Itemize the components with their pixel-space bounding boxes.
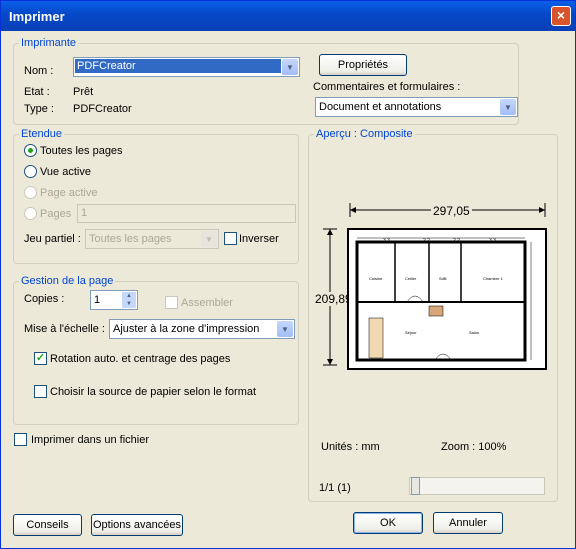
plan-dim-2: 2.2 bbox=[423, 238, 430, 244]
paper-source-checkbox[interactable] bbox=[34, 385, 47, 398]
preview-page: 3.3 2.2 2.2 3.3 Cuisine Cellier SdB Cham… bbox=[347, 228, 547, 370]
plan-room-6: Salon bbox=[469, 330, 480, 335]
comments-label: Commentaires et formulaires : bbox=[313, 81, 461, 93]
plan-dim-3: 2.2 bbox=[453, 238, 460, 244]
advanced-options-button[interactable]: Options avancées bbox=[91, 514, 183, 536]
copies-stepper[interactable]: 1 ▲ ▼ bbox=[90, 290, 138, 310]
scaling-label: Mise à l'échelle : bbox=[24, 323, 105, 335]
copies-label: Copies : bbox=[24, 293, 65, 305]
subset-select[interactable]: Toutes les pages ▼ bbox=[85, 229, 219, 249]
chevron-down-icon: ▼ bbox=[201, 231, 217, 247]
auto-rotate-label[interactable]: Rotation auto. et centrage des pages bbox=[50, 353, 230, 365]
printer-status-value: Prêt bbox=[73, 86, 94, 98]
ok-button[interactable]: OK bbox=[353, 512, 423, 534]
cancel-button[interactable]: Annuler bbox=[433, 512, 503, 534]
subset-label: Jeu partiel : bbox=[24, 233, 81, 245]
comments-value: Document et annotations bbox=[319, 101, 442, 113]
plan-room-1: Cuisine bbox=[369, 276, 383, 281]
copies-value: 1 bbox=[94, 294, 101, 306]
plan-dim-4: 3.3 bbox=[489, 238, 496, 244]
printer-type-label: Type : bbox=[24, 103, 54, 115]
title-bar[interactable]: Imprimer × bbox=[1, 1, 575, 31]
subset-value: Toutes les pages bbox=[89, 233, 172, 245]
auto-rotate-checkbox[interactable]: ✓ bbox=[34, 352, 47, 365]
plan-room-4: Chambre 1 bbox=[483, 276, 503, 281]
preview-legend: Aperçu : Composite bbox=[314, 128, 415, 140]
scaling-value: Ajuster à la zone d'impression bbox=[113, 323, 260, 335]
current-page-label[interactable]: Page active bbox=[40, 187, 97, 199]
stepper-up-button[interactable]: ▲ bbox=[122, 292, 136, 300]
reverse-checkbox[interactable] bbox=[224, 232, 237, 245]
paper-source-label[interactable]: Choisir la source de papier selon le for… bbox=[50, 386, 256, 398]
page-handling-legend: Gestion de la page bbox=[19, 275, 116, 287]
floor-plan-image bbox=[355, 237, 532, 362]
window-title: Imprimer bbox=[9, 9, 65, 24]
comments-select[interactable]: Document et annotations ▼ bbox=[315, 97, 518, 117]
units-label: Unités : mm bbox=[321, 441, 380, 453]
collate-checkbox[interactable] bbox=[165, 296, 178, 309]
zoom-label: Zoom : 100% bbox=[441, 441, 507, 453]
all-pages-label[interactable]: Toutes les pages bbox=[40, 145, 123, 157]
pages-radio[interactable] bbox=[24, 207, 37, 220]
printer-name-label: Nom : bbox=[24, 65, 54, 77]
collate-label[interactable]: Assembler bbox=[181, 297, 233, 309]
preview-width-value: 297,05 bbox=[431, 204, 472, 218]
plan-room-2: Cellier bbox=[405, 276, 417, 281]
print-dialog: Imprimer × Imprimante Nom : PDFCreator ▼… bbox=[0, 0, 576, 549]
print-to-file-checkbox[interactable] bbox=[14, 433, 27, 446]
plan-dim-1: 3.3 bbox=[383, 238, 390, 244]
chevron-down-icon: ▼ bbox=[500, 99, 516, 115]
current-view-radio[interactable] bbox=[24, 165, 37, 178]
close-button[interactable]: × bbox=[551, 6, 571, 26]
page-slider-thumb[interactable] bbox=[411, 477, 420, 495]
range-group-legend: Etendue bbox=[19, 128, 64, 140]
page-counter: 1/1 (1) bbox=[319, 482, 351, 494]
printer-group-legend: Imprimante bbox=[19, 37, 79, 49]
pages-input-value: 1 bbox=[81, 207, 88, 219]
printer-name-select[interactable]: PDFCreator ▼ bbox=[73, 57, 300, 77]
properties-button[interactable]: Propriétés bbox=[319, 54, 407, 76]
printer-name-value: PDFCreator bbox=[75, 59, 281, 73]
printer-type-value: PDFCreator bbox=[73, 103, 132, 115]
plan-room-3: SdB bbox=[439, 276, 447, 281]
chevron-down-icon: ▼ bbox=[277, 321, 293, 337]
printer-status-label: Etat : bbox=[24, 86, 50, 98]
all-pages-radio[interactable] bbox=[24, 144, 37, 157]
stepper-down-button[interactable]: ▼ bbox=[122, 300, 136, 308]
print-to-file-label[interactable]: Imprimer dans un fichier bbox=[31, 434, 149, 446]
page-slider-track[interactable] bbox=[409, 477, 545, 495]
scaling-select[interactable]: Ajuster à la zone d'impression ▼ bbox=[109, 319, 295, 339]
pages-label[interactable]: Pages bbox=[40, 208, 71, 220]
tips-button[interactable]: Conseils bbox=[13, 514, 82, 536]
reverse-label[interactable]: Inverser bbox=[239, 233, 279, 245]
current-view-label[interactable]: Vue active bbox=[40, 166, 91, 178]
current-page-radio[interactable] bbox=[24, 186, 37, 199]
pages-input[interactable]: 1 bbox=[77, 204, 296, 223]
plan-room-5: Séjour bbox=[405, 330, 417, 335]
chevron-down-icon: ▼ bbox=[282, 59, 298, 75]
